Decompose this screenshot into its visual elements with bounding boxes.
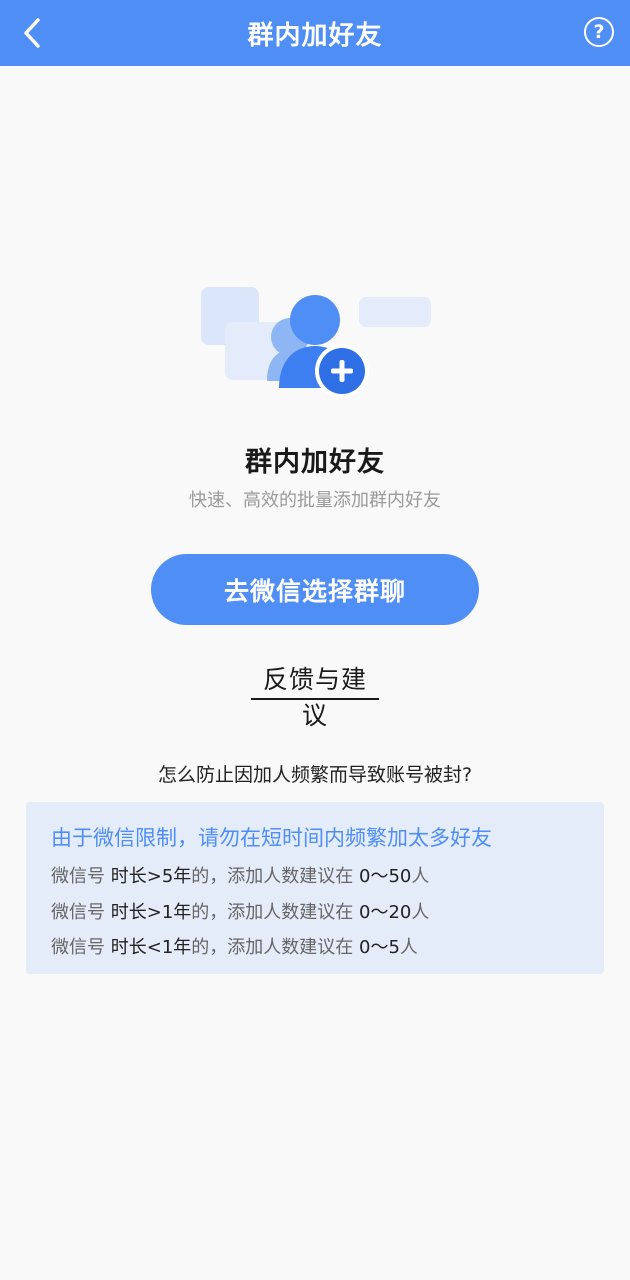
limit-prefix: 微信号 — [51, 937, 105, 958]
limit-range: 0～50 — [359, 866, 412, 887]
limit-mid: 的，添加人数建议在 — [191, 937, 354, 958]
feedback-link[interactable]: 反馈与建议 — [251, 660, 379, 730]
user-add-icon — [201, 287, 431, 398]
limit-row: 微信号 时长>1年的，添加人数建议在 0～20人 — [51, 898, 429, 924]
back-button[interactable] — [14, 15, 50, 51]
limit-duration: 时长>5年 — [110, 866, 192, 887]
top-bar: 群内加好友 ? — [0, 0, 630, 66]
limit-range: 0～5 — [359, 937, 400, 958]
faq-question: 怎么防止因加人频繁而导致账号被封? — [157, 764, 473, 786]
help-icon: ? — [593, 20, 605, 43]
limit-prefix: 微信号 — [51, 866, 105, 887]
limits-info-box: 由于微信限制，请勿在短时间内频繁加太多好友 微信号 时长>5年的，添加人数建议在… — [26, 802, 604, 974]
chevron-left-icon — [24, 18, 40, 48]
limit-suffix: 人 — [411, 902, 430, 923]
limit-prefix: 微信号 — [51, 902, 105, 923]
select-group-chat-button[interactable]: 去微信选择群聊 — [151, 554, 479, 625]
limit-suffix: 人 — [399, 937, 418, 958]
limit-range: 0～20 — [359, 902, 412, 923]
page-title: 群内加好友 — [247, 20, 383, 51]
feature-subtitle: 快速、高效的批量添加群内好友 — [189, 490, 441, 511]
feature-title: 群内加好友 — [245, 447, 385, 478]
limit-duration: 时长>1年 — [110, 902, 192, 923]
limit-row: 微信号 时长<1年的，添加人数建议在 0～5人 — [51, 933, 418, 959]
limit-row: 微信号 时长>5年的，添加人数建议在 0～50人 — [51, 862, 429, 888]
help-button[interactable]: ? — [584, 17, 614, 47]
limit-duration: 时长<1年 — [110, 937, 192, 958]
limit-mid: 的，添加人数建议在 — [191, 866, 354, 887]
limit-mid: 的，添加人数建议在 — [191, 902, 354, 923]
limits-headline: 由于微信限制，请勿在短时间内频繁加太多好友 — [51, 826, 492, 850]
limit-suffix: 人 — [411, 866, 430, 887]
